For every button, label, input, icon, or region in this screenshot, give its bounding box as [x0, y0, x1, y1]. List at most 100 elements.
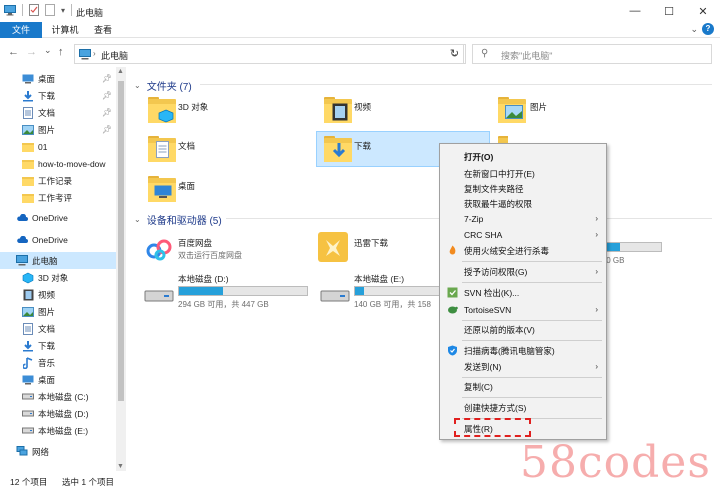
drive-icon[interactable]	[320, 288, 350, 302]
pictures-icon	[22, 306, 34, 318]
back-button[interactable]: ←	[8, 46, 19, 58]
scroll-up-icon[interactable]: ▲	[117, 68, 124, 75]
menu-item-create-shortcut[interactable]: 创建快捷方式(S)	[440, 399, 606, 416]
qat-dropdown-icon[interactable]: ▾	[61, 6, 65, 15]
menu-item-crc-sha[interactable]: CRC SHA ›	[440, 226, 606, 243]
refresh-button[interactable]: ↻	[444, 44, 466, 64]
menu-item-tencent-scan[interactable]: 扫描病毒(腾讯电脑管家)	[440, 342, 606, 359]
sidebar-item-this-pc[interactable]: 此电脑	[0, 252, 116, 269]
3d-objects-icon[interactable]	[148, 97, 176, 123]
sidebar-item-network[interactable]: 网络	[0, 443, 116, 460]
tab-file[interactable]: 文件	[0, 22, 42, 38]
menu-item-copy[interactable]: 复制(C)	[440, 378, 606, 395]
menu-separator	[462, 397, 602, 398]
breadcrumb[interactable]: 此电脑	[101, 49, 128, 62]
devices-group-header[interactable]: ⌄ 设备和驱动器 (5)	[134, 212, 222, 227]
sidebar-item-folder-work-log[interactable]: 工作记录	[0, 172, 116, 189]
drive-icon	[22, 408, 34, 420]
sidebar-item-folder-01[interactable]: 01	[0, 138, 116, 155]
recent-locations-button[interactable]: ⌄	[44, 45, 52, 56]
sidebar-item-documents-2[interactable]: 文档	[0, 320, 116, 337]
menu-item-give-access[interactable]: 授予访问权限(G) ›	[440, 263, 606, 280]
drive-icon[interactable]	[144, 288, 174, 302]
up-button[interactable]: ↑	[58, 46, 64, 58]
tab-computer[interactable]: 计算机	[46, 22, 84, 38]
videos-icon[interactable]	[324, 97, 352, 123]
menu-item-send-to[interactable]: 发送到(N) ›	[440, 358, 606, 375]
folder-label[interactable]: 桌面	[178, 180, 195, 192]
window-title: 此电脑	[76, 8, 104, 18]
submenu-arrow-icon: ›	[595, 267, 598, 276]
expand-ribbon-icon[interactable]: ⌄	[690, 24, 698, 35]
ribbon-tabs: 文件 计算机 查看 ⌄ ?	[0, 22, 720, 38]
cloud-icon	[16, 212, 28, 224]
collapse-chevron-icon[interactable]: ⌄	[134, 81, 141, 90]
sidebar-item-downloads[interactable]: 下载 📌︎	[0, 87, 116, 104]
baidu-netdisk-icon[interactable]	[146, 236, 172, 262]
folder-label[interactable]: 视频	[354, 101, 371, 113]
annotation-highlight-box	[454, 418, 531, 437]
menu-item-huorong-scan[interactable]: 使用火绒安全进行杀毒	[440, 242, 606, 259]
sidebar-item-videos[interactable]: 视频	[0, 286, 116, 303]
xunlei-icon[interactable]	[318, 232, 348, 262]
sidebar-item-folder-work-review[interactable]: 工作考评	[0, 189, 116, 206]
sidebar-item-downloads-2[interactable]: 下载	[0, 337, 116, 354]
sidebar-item-drive-c[interactable]: 本地磁盘 (C:)	[0, 388, 116, 405]
folder-label[interactable]: 文档	[178, 140, 195, 152]
address-bar[interactable]: › 此电脑 ⌄	[74, 44, 464, 64]
download-icon[interactable]	[324, 136, 352, 162]
menu-item-open[interactable]: 打开(O)	[440, 148, 606, 165]
submenu-arrow-icon: ›	[595, 362, 598, 371]
search-box[interactable]: ⚲ 搜索"此电脑"	[472, 44, 712, 64]
documents-icon[interactable]	[148, 136, 176, 162]
scrollbar-thumb[interactable]	[118, 81, 124, 401]
device-label[interactable]: 本地磁盘 (E:)	[354, 273, 404, 285]
folder-label[interactable]: 3D 对象	[178, 101, 208, 113]
folder-label[interactable]: 图片	[530, 101, 547, 113]
svn-checkout-icon	[447, 287, 458, 298]
folder-label[interactable]: 下载	[354, 140, 371, 152]
sidebar-item-pictures-2[interactable]: 图片	[0, 303, 116, 320]
properties-icon[interactable]	[29, 4, 39, 16]
sidebar-scrollbar[interactable]: ▲ ▼	[116, 67, 126, 471]
pictures-icon[interactable]	[498, 97, 526, 123]
sidebar-item-3d-objects[interactable]: 3D 对象	[0, 269, 116, 286]
search-icon: ⚲	[481, 48, 489, 59]
sidebar-item-drive-e[interactable]: 本地磁盘 (E:)	[0, 422, 116, 439]
desktop-icon[interactable]	[148, 176, 176, 202]
sidebar-item-onedrive[interactable]: OneDrive	[0, 209, 116, 226]
breadcrumb-separator-icon[interactable]: ›	[93, 49, 96, 58]
new-folder-icon[interactable]	[45, 4, 55, 16]
sidebar-item-music[interactable]: 音乐	[0, 354, 116, 371]
sidebar-item-pictures[interactable]: 图片 📌︎	[0, 121, 116, 138]
menu-item-svn-checkout[interactable]: SVN 检出(K)...	[440, 284, 606, 301]
menu-item-7zip[interactable]: 7-Zip ›	[440, 210, 606, 227]
folders-group-header[interactable]: ⌄ 文件夹 (7)	[134, 78, 192, 93]
folder-icon	[22, 158, 34, 170]
sidebar-item-onedrive-2[interactable]: OneDrive	[0, 231, 116, 248]
item-count: 12 个项目	[10, 477, 48, 487]
device-label[interactable]: 百度网盘	[178, 237, 212, 249]
forward-button[interactable]: →	[26, 46, 37, 58]
pin-icon[interactable]: 📌︎	[102, 74, 112, 83]
pin-icon[interactable]: 📌︎	[102, 91, 112, 100]
sidebar-item-documents[interactable]: 文档 📌︎	[0, 104, 116, 121]
scroll-down-icon[interactable]: ▼	[117, 463, 124, 470]
minimize-button[interactable]: —	[618, 0, 652, 22]
collapse-chevron-icon[interactable]: ⌄	[134, 215, 141, 224]
pin-icon[interactable]: 📌︎	[102, 108, 112, 117]
menu-item-restore-previous[interactable]: 还原以前的版本(V)	[440, 321, 606, 338]
pin-icon[interactable]: 📌︎	[102, 125, 112, 134]
close-button[interactable]: ✕	[686, 0, 720, 22]
sidebar-item-desktop-2[interactable]: 桌面	[0, 371, 116, 388]
tab-view[interactable]: 查看	[88, 22, 118, 38]
maximize-button[interactable]: ☐	[652, 0, 686, 22]
help-button[interactable]: ?	[702, 23, 714, 35]
search-input[interactable]: 搜索"此电脑"	[501, 49, 552, 62]
device-label[interactable]: 迅雷下载	[354, 237, 388, 249]
sidebar-item-drive-d[interactable]: 本地磁盘 (D:)	[0, 405, 116, 422]
menu-item-tortoisesvn[interactable]: TortoiseSVN ›	[440, 301, 606, 318]
sidebar-item-folder-how-to-move[interactable]: how-to-move-dow	[0, 155, 116, 172]
sidebar-item-desktop[interactable]: 桌面 📌︎	[0, 70, 116, 87]
device-label[interactable]: 本地磁盘 (D:)	[178, 273, 229, 285]
